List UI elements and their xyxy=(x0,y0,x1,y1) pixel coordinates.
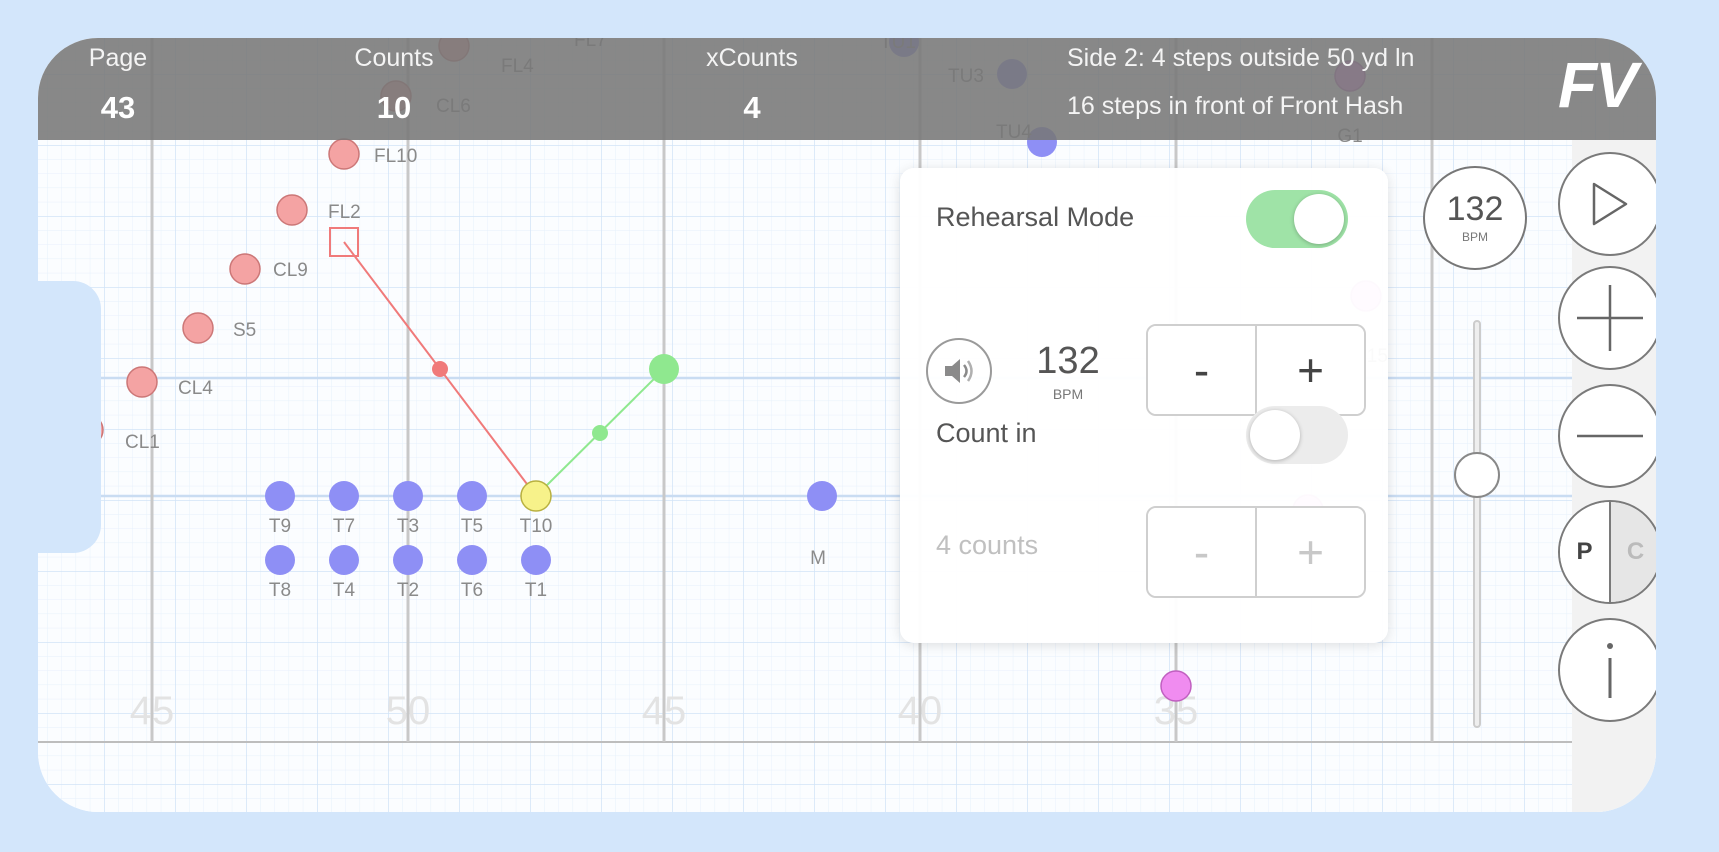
tempo-badge-unit: BPM xyxy=(1461,230,1489,244)
prev-path-midpoint xyxy=(432,361,448,377)
performer-label: FL10 xyxy=(374,146,417,167)
pc-toggle-button[interactable]: P C xyxy=(1558,500,1656,604)
yard-number: 40 xyxy=(898,689,943,733)
play-icon xyxy=(1592,182,1628,226)
app-logo: FV xyxy=(1558,49,1638,121)
performer-label: T5 xyxy=(461,516,483,537)
bpm-value: 132 xyxy=(1036,340,1100,382)
performer-label: T8 xyxy=(269,580,291,601)
performer-label: T7 xyxy=(333,516,355,537)
page-info-bar: Page 43 Counts 10 xCounts 4 Side 2: 4 st… xyxy=(38,38,1656,140)
metronome-sound-button[interactable] xyxy=(926,338,992,404)
performer-S5[interactable] xyxy=(182,312,214,344)
zoom-in-button[interactable] xyxy=(1558,266,1656,370)
performer-M[interactable] xyxy=(807,481,837,511)
playback-slider-track[interactable] xyxy=(1473,320,1481,728)
count-in-toggle[interactable] xyxy=(1246,406,1348,464)
counts-value[interactable]: 10 xyxy=(377,90,411,126)
performer-label: S5 xyxy=(233,320,256,341)
device-screen: 45 50 45 40 35 FL10 FL2 CL9 S5 CL4 CL1 T… xyxy=(38,38,1656,812)
performer-label: T2 xyxy=(397,580,419,601)
performer-CL9[interactable] xyxy=(229,253,261,285)
performer-T9[interactable] xyxy=(265,481,295,511)
zoom-out-button[interactable] xyxy=(1558,384,1656,488)
position-description-line2: 16 steps in front of Front Hash xyxy=(1067,92,1404,120)
toggle-knob xyxy=(1294,194,1344,244)
xcounts-label: xCounts xyxy=(706,44,798,72)
count-in-decrement-button[interactable]: - xyxy=(1148,508,1255,596)
performer-label: T3 xyxy=(397,516,419,537)
minus-icon xyxy=(1577,434,1643,438)
page-value[interactable]: 43 xyxy=(101,90,135,126)
device-notch xyxy=(38,281,101,553)
performer-FL10[interactable] xyxy=(328,138,360,170)
playback-slider-thumb[interactable] xyxy=(1454,452,1500,498)
performer-T2[interactable] xyxy=(393,545,423,575)
info-icon xyxy=(1607,643,1613,698)
performer-label: FL2 xyxy=(328,202,361,223)
performer-T1[interactable] xyxy=(521,545,551,575)
bpm-increment-button[interactable]: + xyxy=(1255,326,1364,414)
performer-label: CL9 xyxy=(273,260,308,281)
performer-T10[interactable] xyxy=(520,480,552,512)
count-in-label: Count in xyxy=(936,418,1037,448)
page-label: Page xyxy=(88,44,148,72)
rehearsal-settings-panel: Rehearsal Mode 132 BPM - + Count in 4 co… xyxy=(900,168,1388,643)
performer-label: T4 xyxy=(333,580,356,601)
performer-T8[interactable] xyxy=(265,545,295,575)
count-in-stepper: - + xyxy=(1146,506,1366,598)
performer-label: T9 xyxy=(269,516,291,537)
performer-unlabeled[interactable] xyxy=(1160,670,1192,702)
performer-label: T1 xyxy=(525,580,547,601)
performer-T7[interactable] xyxy=(329,481,359,511)
position-description-line1: Side 2: 4 steps outside 50 yd ln xyxy=(1067,44,1415,72)
rehearsal-mode-toggle[interactable] xyxy=(1246,190,1348,248)
plus-icon xyxy=(1577,285,1643,351)
performer-CL4[interactable] xyxy=(126,366,158,398)
count-in-value: 4 counts xyxy=(936,530,1039,560)
info-button[interactable] xyxy=(1558,618,1656,722)
yard-number: 45 xyxy=(130,689,175,733)
performer-label: CL4 xyxy=(178,378,213,399)
count-in-increment-button[interactable]: + xyxy=(1255,508,1364,596)
performer-label: T6 xyxy=(461,580,483,601)
counts-label: Counts xyxy=(354,44,434,72)
yard-number: 45 xyxy=(642,689,687,733)
next-path-midpoint xyxy=(592,425,608,441)
drill-field[interactable]: 45 50 45 40 35 FL10 FL2 CL9 S5 CL4 CL1 T… xyxy=(38,38,1656,812)
rehearsal-mode-label: Rehearsal Mode xyxy=(936,202,1135,232)
next-position-marker xyxy=(649,354,679,384)
performer-T4[interactable] xyxy=(329,545,359,575)
tempo-badge-value: 132 xyxy=(1446,190,1504,228)
bpm-decrement-button[interactable]: - xyxy=(1148,326,1255,414)
speaker-icon xyxy=(945,359,973,383)
bpm-unit: BPM xyxy=(1052,386,1084,402)
performer-label: M xyxy=(810,548,826,569)
performer-FL2[interactable] xyxy=(276,194,308,226)
toggle-knob xyxy=(1250,410,1300,460)
yard-number: 50 xyxy=(386,689,431,733)
xcounts-value[interactable]: 4 xyxy=(743,90,760,126)
performer-label: CL1 xyxy=(125,432,160,453)
performer-label: T10 xyxy=(520,516,553,537)
performer-T5[interactable] xyxy=(457,481,487,511)
performer-T6[interactable] xyxy=(457,545,487,575)
app-frame: 45 50 45 40 35 FL10 FL2 CL9 S5 CL4 CL1 T… xyxy=(0,0,1719,852)
performer-T3[interactable] xyxy=(393,481,423,511)
tempo-badge[interactable]: 132 BPM xyxy=(1423,166,1527,270)
play-button[interactable] xyxy=(1558,152,1656,256)
bpm-stepper: - + xyxy=(1146,324,1366,416)
